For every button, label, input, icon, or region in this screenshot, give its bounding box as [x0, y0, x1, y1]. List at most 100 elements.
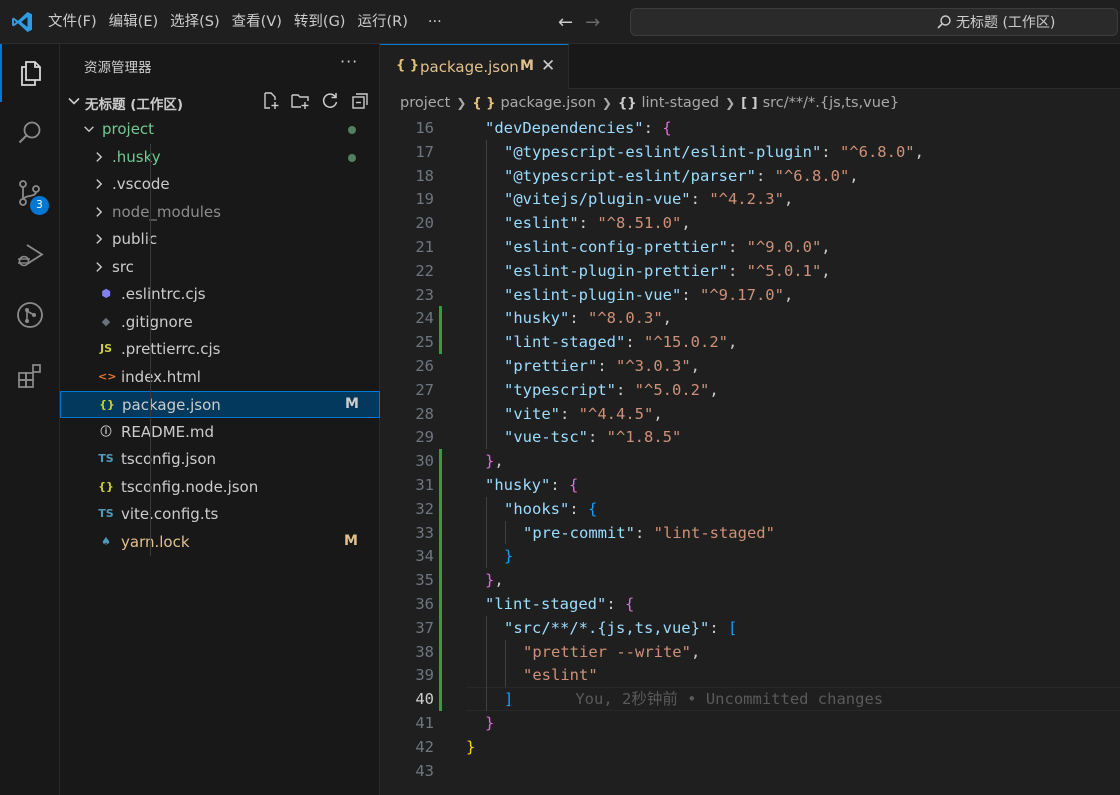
chevron-right-icon: ❯ [725, 96, 736, 110]
menu-item[interactable]: 编辑(E) [103, 0, 164, 44]
tab-package-json[interactable]: { } package.json M ✕ [380, 44, 569, 89]
code-line[interactable]: 21 "eslint-config-prettier": "^9.0.0", [380, 235, 1120, 259]
code-line[interactable]: 24 "husky": "^8.0.3", [380, 306, 1120, 331]
code-line[interactable]: 38 "prettier --write", [380, 639, 1120, 664]
code-line[interactable]: 26 "prettier": "^3.0.3", [380, 354, 1120, 378]
indent-guide [486, 544, 487, 569]
code-line[interactable]: 30}, [380, 449, 1120, 474]
menu-item[interactable]: 转到(G) [288, 0, 352, 44]
code-line[interactable]: 28 "vite": "^4.4.5", [380, 401, 1120, 426]
line-number: 35 [415, 571, 434, 590]
tree-file[interactable]: TS tsconfig.json [60, 446, 380, 473]
breadcrumb-project[interactable]: project [400, 95, 450, 111]
tree-file[interactable]: ♠ yarn.lock M [60, 529, 380, 556]
source-control-activity[interactable]: 3 [0, 164, 60, 222]
tree-file[interactable]: JS .prettierrc.cjs [60, 336, 380, 363]
code-line[interactable]: 25 "lint-staged": "^15.0.2", [380, 330, 1120, 355]
line-number: 38 [415, 642, 434, 661]
code-line[interactable]: 39 "eslint" [380, 663, 1120, 688]
code-line[interactable]: 36 "lint-staged": { [380, 592, 1120, 616]
code-token: "^5.0.1" [746, 261, 822, 280]
menu-item[interactable]: 查看(V) [226, 0, 288, 44]
workspace-header[interactable]: 无标题 (工作区) [60, 89, 380, 115]
new-folder-icon[interactable] [290, 91, 310, 111]
code-token: "^5.0.2" [634, 380, 710, 399]
code-line[interactable]: 17 "@typescript-eslint/eslint-plugin": "^… [380, 139, 1120, 164]
tree-folder[interactable]: node_modules [60, 199, 380, 226]
command-center-search[interactable]: 无标题 (工作区) [630, 8, 1118, 36]
forward-arrow-icon[interactable]: → [585, 12, 600, 33]
tree-file[interactable]: {} package.json M [60, 391, 380, 418]
code-text: "@vitejs/plugin-vue": "^4.2.3", [504, 187, 793, 211]
collapse-all-icon[interactable] [350, 91, 370, 111]
tree-file[interactable]: {} tsconfig.node.json [60, 474, 380, 501]
code-line[interactable]: 19 "@vitejs/plugin-vue": "^4.2.3", [380, 187, 1120, 212]
tree-item-label: vite.config.ts [121, 505, 219, 523]
tree-file[interactable]: <> index.html [60, 364, 380, 391]
menu-more-icon[interactable]: ··· [422, 0, 448, 44]
tree-file[interactable]: ⓘ README.md [60, 419, 380, 446]
menu-item[interactable]: 文件(F) [42, 0, 103, 44]
breadcrumb-file[interactable]: package.json [500, 95, 595, 111]
code-line[interactable]: 18 "@typescript-eslint/parser": "^6.8.0", [380, 163, 1120, 188]
code-line[interactable]: 34} [380, 544, 1120, 569]
run-debug-activity[interactable] [0, 226, 60, 284]
eslint-file-icon: ⬢ [101, 287, 111, 300]
tree-folder[interactable]: .husky [60, 144, 380, 171]
info-file-icon: ⓘ [100, 424, 112, 438]
run-debug-icon [18, 244, 44, 267]
extensions-activity[interactable] [0, 346, 60, 404]
code-line[interactable]: 37 "src/**/*.{js,ts,vue}": [ [380, 615, 1120, 640]
line-number: 16 [415, 119, 434, 137]
code-line[interactable]: 29 "vue-tsc": "^1.8.5" [380, 425, 1120, 450]
new-file-icon[interactable] [260, 91, 280, 111]
modified-badge: M [520, 58, 534, 74]
code-token: , [783, 190, 794, 209]
vscode-logo-icon[interactable] [10, 10, 34, 34]
code-token: , [690, 642, 701, 661]
code-line[interactable]: 41} [380, 711, 1120, 735]
code-token: : [727, 238, 747, 256]
line-number: 25 [415, 333, 434, 352]
tree-folder[interactable]: .vscode [60, 171, 380, 198]
code-line[interactable]: 35}, [380, 568, 1120, 593]
breadcrumb-object[interactable]: lint-staged [641, 95, 719, 111]
back-arrow-icon[interactable]: ← [558, 12, 573, 33]
git-graph-activity[interactable] [0, 286, 60, 344]
code-line[interactable]: 22 "eslint-plugin-prettier": "^5.0.1", [380, 258, 1120, 283]
menu-item[interactable]: 运行(R) [351, 0, 413, 44]
code-line[interactable]: 20 "eslint": "^8.51.0", [380, 211, 1120, 235]
tree-folder[interactable]: public [60, 226, 380, 253]
git-graph-icon [17, 302, 43, 328]
indent-guide [486, 211, 487, 235]
code-line[interactable]: 42} [380, 735, 1120, 759]
code-line[interactable]: 32 "hooks": { [380, 496, 1120, 521]
tree-folder[interactable]: src [60, 254, 380, 281]
explorer-activity[interactable] [0, 44, 60, 102]
code-line[interactable]: 27 "typescript": "^5.0.2", [380, 377, 1120, 402]
chevron-right-icon: ❯ [601, 96, 612, 110]
code-line[interactable]: 43 [380, 759, 1120, 783]
line-number: 19 [415, 190, 434, 209]
line-number: 26 [415, 357, 434, 375]
indent-guide [505, 663, 506, 688]
close-icon[interactable]: ✕ [541, 56, 555, 76]
tree-folder[interactable]: project [60, 116, 380, 143]
explorer-sidebar: 资源管理器 ··· 无标题 (工作区) project .husky .vsco… [60, 44, 380, 795]
tree-file[interactable]: ◆ .gitignore [60, 309, 380, 336]
tree-file[interactable]: ⬢ .eslintrc.cjs [60, 281, 380, 308]
code-line[interactable]: 33 "pre-commit": "lint-staged" [380, 520, 1120, 545]
breadcrumb-array[interactable]: src/**/*.{js,ts,vue} [763, 95, 899, 111]
refresh-icon[interactable] [320, 91, 340, 111]
tree-file[interactable]: TS vite.config.ts [60, 501, 380, 528]
menu-item[interactable]: 选择(S) [164, 0, 226, 44]
more-actions-icon[interactable]: ··· [340, 52, 358, 71]
code-line[interactable]: 31 "husky": { [380, 473, 1120, 497]
code-line[interactable]: 23 "eslint-plugin-vue": "^9.17.0", [380, 282, 1120, 307]
code-token: "lint-staged" [504, 333, 626, 352]
code-line[interactable]: 40] You, 2秒钟前 • Uncommitted changes [380, 687, 1120, 712]
tree-item-label: package.json [122, 396, 221, 414]
code-line[interactable]: 16 "devDependencies": { [380, 116, 1120, 140]
line-number: 33 [415, 523, 434, 542]
search-activity[interactable] [0, 104, 60, 162]
